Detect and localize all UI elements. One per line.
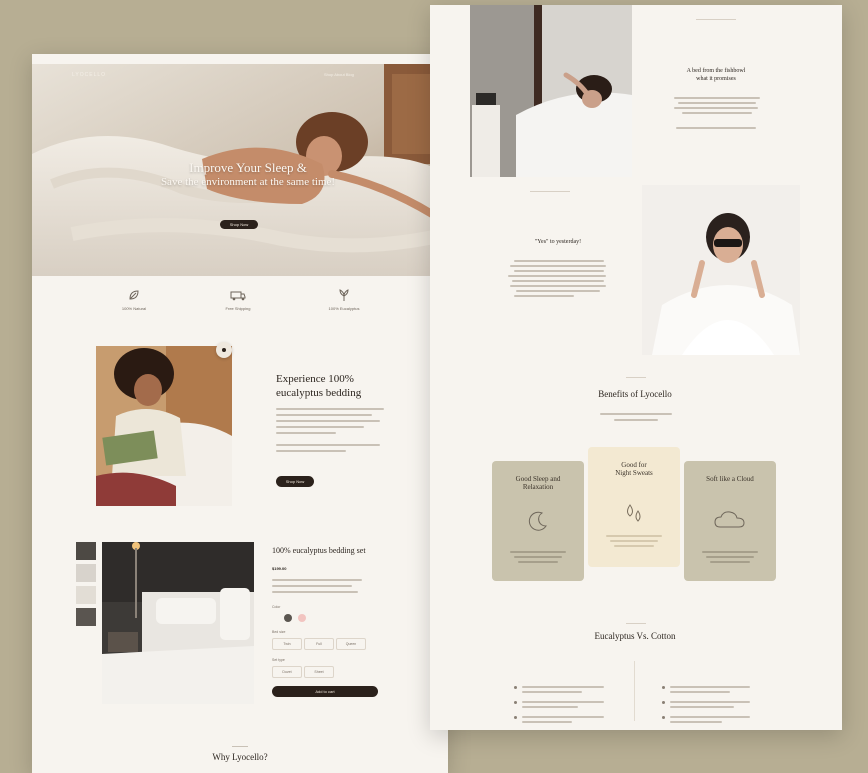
product-title: 100% eucalyptus bedding set xyxy=(272,546,366,555)
compare-title: Eucalyptus Vs. Cotton xyxy=(594,631,676,641)
play-badge[interactable] xyxy=(216,342,232,358)
drops-icon xyxy=(627,504,641,522)
card-title: Good Sleep and Relaxation xyxy=(492,475,584,491)
left-mockup-page: LYOCELLO Shop About Blog Improve Your Sl… xyxy=(32,54,448,773)
color-swatch-pink[interactable] xyxy=(298,614,306,622)
sunglasses-woman-photo xyxy=(642,185,800,355)
size-option-queen[interactable]: Queen xyxy=(336,638,366,650)
experience-shop-button[interactable]: Shop Now xyxy=(276,476,314,487)
card-title: Soft like a Cloud xyxy=(684,475,776,483)
hero-banner: LYOCELLO Shop About Blog Improve Your Sl… xyxy=(32,64,448,276)
product-thumbnails[interactable] xyxy=(76,542,96,642)
waking-woman-photo xyxy=(470,5,632,177)
reading-woman-photo xyxy=(96,346,232,506)
card-title-line1: Good Sleep and xyxy=(515,475,561,483)
experience-title-line1: Experience 100% xyxy=(276,373,354,385)
hero-title-line2: Save the environment at the same time! xyxy=(160,176,336,188)
experience-title: Experience 100% eucalyptus bedding xyxy=(276,372,361,400)
moon-icon xyxy=(528,511,547,531)
set-label: Set type xyxy=(272,658,285,662)
size-label: Bed size xyxy=(272,630,286,634)
intro-title: A bed from the fishbowl what it promises xyxy=(658,67,774,83)
color-swatch-charcoal[interactable] xyxy=(284,614,292,622)
color-label: Color xyxy=(272,605,281,609)
intro-title-line1: A bed from the fishbowl xyxy=(686,68,746,74)
card-title-line2: Night Sweats xyxy=(615,469,653,477)
card-title: Good for Night Sweats xyxy=(588,461,680,477)
why-title: Why Lyocello? xyxy=(212,752,268,762)
add-to-cart-button[interactable]: Add to cart xyxy=(272,686,378,697)
product-price: $199.00 xyxy=(272,566,287,571)
set-option-sheet[interactable]: Sheet xyxy=(304,666,334,678)
plant-icon xyxy=(339,289,349,301)
play-dot-icon xyxy=(222,348,226,352)
set-option-duvet[interactable]: Duvet xyxy=(272,666,302,678)
brand-logo[interactable]: LYOCELLO xyxy=(72,72,106,78)
benefit-card-cloud[interactable]: Soft like a Cloud xyxy=(684,461,776,581)
announcement-bar xyxy=(32,54,448,64)
benefit-card-night-sweats[interactable]: Good for Night Sweats xyxy=(588,447,680,567)
feature-label: Free Shipping xyxy=(225,306,251,311)
right-mockup-page: A bed from the fishbowl what it promises… xyxy=(430,5,842,730)
benefit-card-sleep[interactable]: Good Sleep and Relaxation xyxy=(492,461,584,581)
intro-title-line2: what it promises xyxy=(696,76,736,82)
hero-shop-button[interactable]: Shop Now xyxy=(220,220,258,229)
card-title-line1: Soft like a Cloud xyxy=(706,475,754,483)
hero-title-line1: Improve Your Sleep & xyxy=(189,160,307,175)
feature-eucalyptus: 100% Eucalyptus xyxy=(304,288,384,311)
bedroom-product-photo xyxy=(102,542,254,704)
truck-icon xyxy=(230,291,246,301)
feature-natural: 100% Natural xyxy=(94,288,174,311)
cloud-icon xyxy=(714,511,745,528)
size-option-full[interactable]: Full xyxy=(304,638,334,650)
size-option-twin[interactable]: Twin xyxy=(272,638,302,650)
card-title-line2: Relaxation xyxy=(522,483,554,491)
yes-title: "Yes" to yesterday! xyxy=(534,239,582,245)
benefits-title: Benefits of Lyocello xyxy=(598,389,672,399)
experience-title-line2: eucalyptus bedding xyxy=(276,387,362,399)
nav-links[interactable]: Shop About Blog xyxy=(324,72,354,77)
feature-label: 100% Natural xyxy=(121,306,147,311)
hero-title: Improve Your Sleep & Save the environmen… xyxy=(128,160,368,190)
leaf-icon xyxy=(129,290,139,300)
feature-label: 100% Eucalyptus xyxy=(328,306,360,311)
feature-shipping: Free Shipping xyxy=(198,288,278,311)
card-title-line1: Good for xyxy=(621,461,647,469)
